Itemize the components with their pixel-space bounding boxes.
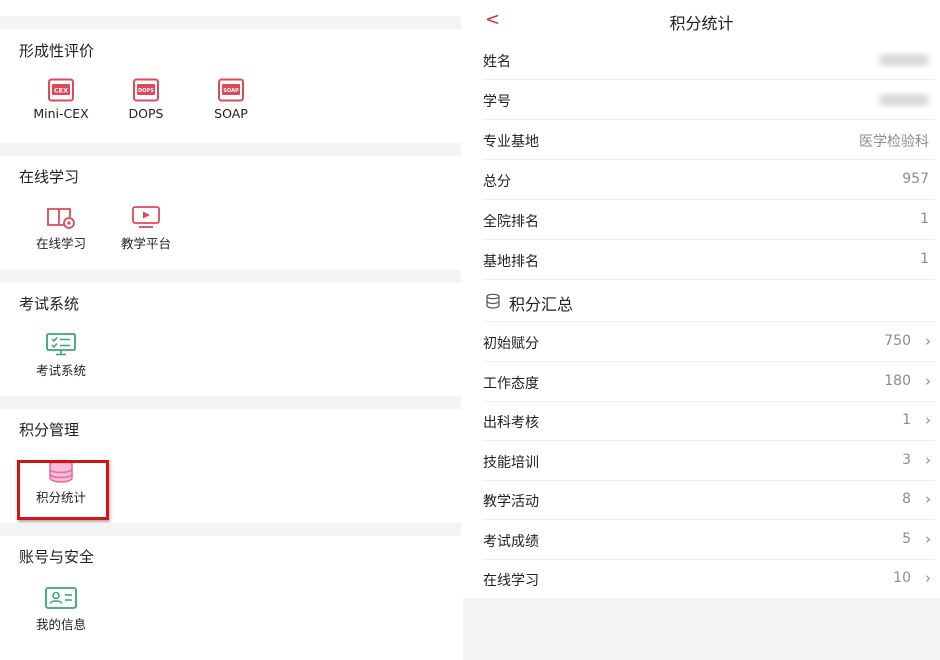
row-label: 工作态度 xyxy=(483,376,539,392)
row-label: 专业基地 xyxy=(483,134,539,150)
info-row-base: 专业基地 医学检验科 xyxy=(483,120,935,160)
summary-row-teaching[interactable]: 教学活动 8 › xyxy=(483,480,935,520)
nav-header: < 积分统计 xyxy=(463,0,940,40)
row-label: 出科考核 xyxy=(483,415,539,431)
chevron-right-icon: › xyxy=(925,451,931,469)
summary-row-exam-score[interactable]: 考试成绩 5 › xyxy=(483,520,935,560)
chevron-right-icon: › xyxy=(925,530,931,548)
row-label: 姓名 xyxy=(483,54,511,70)
chevron-right-icon: › xyxy=(925,411,931,429)
info-row-student-id: 学号 xyxy=(483,80,935,120)
row-label: 全院排名 xyxy=(483,214,539,230)
summary-row-rotation-exam[interactable]: 出科考核 1 › xyxy=(483,401,935,441)
chevron-right-icon: › xyxy=(925,569,931,587)
info-row-hospital-rank: 全院排名 1 xyxy=(483,200,935,240)
row-value: 750 xyxy=(884,333,911,349)
database-icon xyxy=(486,293,500,309)
svg-text:DOPS: DOPS xyxy=(138,88,154,94)
tile-teaching-platform[interactable]: 教学平台 xyxy=(106,205,186,252)
tile-exam-system[interactable]: 考试系统 xyxy=(21,332,101,379)
tile-label: DOPS xyxy=(128,106,164,121)
exam-screen-icon xyxy=(46,333,76,356)
tile-label: 我的信息 xyxy=(35,617,86,632)
row-value: 1 xyxy=(902,412,911,428)
cex-icon: CEX xyxy=(48,78,74,102)
tile-label: 在线学习 xyxy=(35,236,86,251)
dops-icon: DOPS xyxy=(133,78,159,102)
summary-row-skill-training[interactable]: 技能培训 3 › xyxy=(483,441,935,481)
statistics-list: 姓名 学号 专业基地 医学检验科 总分 957 全院排名 1 基地排名 1 积分… xyxy=(463,40,940,598)
tile-label: Mini-CEX xyxy=(33,106,89,121)
section-gap xyxy=(0,523,461,536)
tile-mini-cex[interactable]: CEX Mini-CEX xyxy=(21,78,101,121)
row-value: 8 xyxy=(902,491,911,507)
summary-row-initial[interactable]: 初始赋分 750 › xyxy=(483,322,935,362)
summary-row-online-learning[interactable]: 在线学习 10 › xyxy=(483,559,935,599)
chevron-right-icon: › xyxy=(925,372,931,390)
points-statistics-page: < 积分统计 姓名 学号 专业基地 医学检验科 总分 957 全院排名 1 基地… xyxy=(463,0,940,660)
row-label: 基地排名 xyxy=(483,254,539,270)
section-gap xyxy=(0,396,461,409)
row-label: 在线学习 xyxy=(483,573,539,589)
function-menu-panel: 形成性评价 CEX Mini-CEX DOPS DOPS SOAP SOAP 在… xyxy=(0,0,461,660)
info-row-total: 总分 957 xyxy=(483,160,935,200)
row-value: 1 xyxy=(920,211,929,227)
section-title-account: 账号与安全 xyxy=(19,548,95,566)
book-icon xyxy=(47,208,75,229)
row-label: 考试成绩 xyxy=(483,534,539,550)
chevron-right-icon: › xyxy=(925,490,931,508)
row-value: 180 xyxy=(884,373,911,389)
row-label: 学号 xyxy=(483,94,511,110)
section-title-points: 积分管理 xyxy=(19,421,80,439)
summary-row-attitude[interactable]: 工作态度 180 › xyxy=(483,362,935,402)
redacted-value xyxy=(879,54,929,66)
summary-header: 积分汇总 xyxy=(483,280,935,322)
tile-dops[interactable]: DOPS DOPS xyxy=(106,78,186,121)
page-title: 积分统计 xyxy=(669,14,734,33)
section-title-formative: 形成性评价 xyxy=(19,42,95,60)
video-icon xyxy=(132,206,160,228)
row-label: 初始赋分 xyxy=(483,336,539,352)
info-row-name: 姓名 xyxy=(483,40,935,80)
chevron-right-icon: › xyxy=(925,332,931,350)
row-value: 10 xyxy=(893,570,911,586)
section-gap xyxy=(0,270,461,283)
section-gap xyxy=(0,143,461,156)
section-title-online: 在线学习 xyxy=(19,168,80,186)
tile-label: 考试系统 xyxy=(35,363,86,378)
id-card-icon xyxy=(45,587,77,609)
tile-label: 教学平台 xyxy=(120,236,171,251)
row-label: 技能培训 xyxy=(483,455,539,471)
tile-label: SOAP xyxy=(214,106,248,121)
selection-highlight-box xyxy=(17,460,109,520)
row-label: 教学活动 xyxy=(483,494,539,510)
section-gap xyxy=(0,16,461,29)
section-title-exam: 考试系统 xyxy=(19,295,80,313)
row-value: 医学检验科 xyxy=(859,134,929,150)
row-value: 3 xyxy=(902,452,911,468)
redacted-value xyxy=(879,94,929,106)
tile-my-info[interactable]: 我的信息 xyxy=(21,586,101,633)
soap-icon: SOAP xyxy=(218,78,244,102)
tile-soap[interactable]: SOAP SOAP xyxy=(191,78,271,121)
tile-online-learning[interactable]: 在线学习 xyxy=(21,205,101,252)
row-value: 1 xyxy=(920,251,929,267)
row-value: 5 xyxy=(902,531,911,547)
info-row-base-rank: 基地排名 1 xyxy=(483,240,935,280)
row-value: 957 xyxy=(902,171,929,187)
svg-text:SOAP: SOAP xyxy=(223,88,239,94)
row-label: 总分 xyxy=(483,174,511,190)
svg-text:CEX: CEX xyxy=(54,87,68,95)
summary-title: 积分汇总 xyxy=(509,295,574,314)
